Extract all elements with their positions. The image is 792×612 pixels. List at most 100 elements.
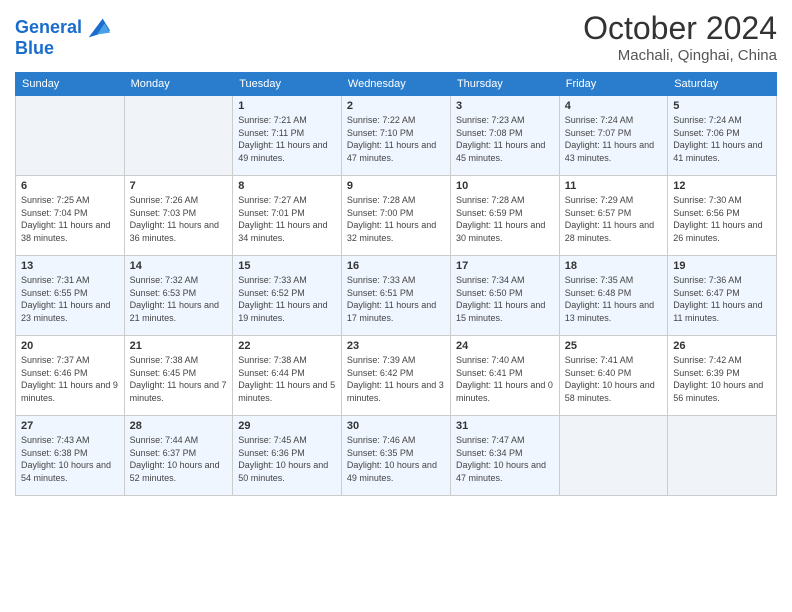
calendar-cell xyxy=(668,416,777,496)
calendar-cell: 17 Sunrise: 7:34 AM Sunset: 6:50 PM Dayli… xyxy=(450,256,559,336)
logo: General Blue xyxy=(15,14,112,59)
calendar-cell: 4 Sunrise: 7:24 AM Sunset: 7:07 PM Daylig… xyxy=(559,96,667,176)
day-number: 31 xyxy=(456,420,554,432)
day-number: 13 xyxy=(21,260,119,272)
day-number: 20 xyxy=(21,340,119,352)
day-number: 5 xyxy=(673,100,771,112)
subtitle: Machali, Qinghai, China xyxy=(583,47,777,64)
logo-text: General xyxy=(15,18,82,38)
day-info: Sunrise: 7:29 AM Sunset: 6:57 PM Dayligh… xyxy=(565,194,662,244)
header-saturday: Saturday xyxy=(668,73,777,96)
day-number: 1 xyxy=(238,100,336,112)
calendar-cell: 16 Sunrise: 7:33 AM Sunset: 6:51 PM Dayli… xyxy=(341,256,450,336)
day-number: 29 xyxy=(238,420,336,432)
calendar-cell: 30 Sunrise: 7:46 AM Sunset: 6:35 PM Dayli… xyxy=(341,416,450,496)
calendar-cell: 9 Sunrise: 7:28 AM Sunset: 7:00 PM Daylig… xyxy=(341,176,450,256)
calendar-cell: 31Sunrise: 7:47 AM Sunset: 6:34 PM Dayli… xyxy=(450,416,559,496)
day-number: 17 xyxy=(456,260,554,272)
calendar-cell: 19 Sunrise: 7:36 AM Sunset: 6:47 PM Dayli… xyxy=(668,256,777,336)
calendar-week-row: 20 Sunrise: 7:37 AM Sunset: 6:46 PM Dayli… xyxy=(16,336,777,416)
calendar-cell: 29 Sunrise: 7:45 AM Sunset: 6:36 PM Dayli… xyxy=(233,416,342,496)
day-info: Sunrise: 7:42 AM Sunset: 6:39 PM Dayligh… xyxy=(673,354,771,404)
day-info: Sunrise: 7:28 AM Sunset: 7:00 PM Dayligh… xyxy=(347,194,445,244)
day-info: Sunrise: 7:38 AM Sunset: 6:45 PM Dayligh… xyxy=(130,354,228,404)
day-number: 2 xyxy=(347,100,445,112)
calendar-week-row: 13 Sunrise: 7:31 AM Sunset: 6:55 PM Dayli… xyxy=(16,256,777,336)
calendar-cell: 1 Sunrise: 7:21 AM Sunset: 7:11 PM Daylig… xyxy=(233,96,342,176)
day-info: Sunrise: 7:39 AM Sunset: 6:42 PM Dayligh… xyxy=(347,354,445,404)
header-tuesday: Tuesday xyxy=(233,73,342,96)
day-info: Sunrise: 7:37 AM Sunset: 6:46 PM Dayligh… xyxy=(21,354,119,404)
day-number: 25 xyxy=(565,340,662,352)
day-number: 30 xyxy=(347,420,445,432)
calendar-cell xyxy=(124,96,233,176)
calendar-cell: 27 Sunrise: 7:43 AM Sunset: 6:38 PM Dayli… xyxy=(16,416,125,496)
day-number: 10 xyxy=(456,180,554,192)
header-sunday: Sunday xyxy=(16,73,125,96)
calendar-cell: 20 Sunrise: 7:37 AM Sunset: 6:46 PM Dayli… xyxy=(16,336,125,416)
day-number: 11 xyxy=(565,180,662,192)
day-info: Sunrise: 7:45 AM Sunset: 6:36 PM Dayligh… xyxy=(238,434,336,484)
calendar-cell xyxy=(16,96,125,176)
day-info: Sunrise: 7:33 AM Sunset: 6:52 PM Dayligh… xyxy=(238,274,336,324)
calendar-cell: 10 Sunrise: 7:28 AM Sunset: 6:59 PM Dayli… xyxy=(450,176,559,256)
calendar-week-row: 1 Sunrise: 7:21 AM Sunset: 7:11 PM Daylig… xyxy=(16,96,777,176)
day-number: 22 xyxy=(238,340,336,352)
day-info: Sunrise: 7:34 AM Sunset: 6:50 PM Dayligh… xyxy=(456,274,554,324)
day-info: Sunrise: 7:40 AM Sunset: 6:41 PM Dayligh… xyxy=(456,354,554,404)
calendar-cell: 24 Sunrise: 7:40 AM Sunset: 6:41 PM Dayli… xyxy=(450,336,559,416)
main-title: October 2024 xyxy=(583,10,777,47)
day-info: Sunrise: 7:31 AM Sunset: 6:55 PM Dayligh… xyxy=(21,274,119,324)
day-number: 21 xyxy=(130,340,228,352)
calendar-cell: 23 Sunrise: 7:39 AM Sunset: 6:42 PM Dayli… xyxy=(341,336,450,416)
day-number: 23 xyxy=(347,340,445,352)
calendar-cell: 5 Sunrise: 7:24 AM Sunset: 7:06 PM Daylig… xyxy=(668,96,777,176)
day-number: 16 xyxy=(347,260,445,272)
day-info: Sunrise: 7:24 AM Sunset: 7:06 PM Dayligh… xyxy=(673,114,771,164)
calendar-cell: 14Sunrise: 7:32 AM Sunset: 6:53 PM Dayli… xyxy=(124,256,233,336)
header-wednesday: Wednesday xyxy=(341,73,450,96)
day-info: Sunrise: 7:33 AM Sunset: 6:51 PM Dayligh… xyxy=(347,274,445,324)
calendar-cell: 21 Sunrise: 7:38 AM Sunset: 6:45 PM Dayli… xyxy=(124,336,233,416)
day-info: Sunrise: 7:22 AM Sunset: 7:10 PM Dayligh… xyxy=(347,114,445,164)
calendar-cell: 8 Sunrise: 7:27 AM Sunset: 7:01 PM Daylig… xyxy=(233,176,342,256)
day-number: 6 xyxy=(21,180,119,192)
day-number: 24 xyxy=(456,340,554,352)
calendar-cell: 11 Sunrise: 7:29 AM Sunset: 6:57 PM Dayli… xyxy=(559,176,667,256)
day-info: Sunrise: 7:21 AM Sunset: 7:11 PM Dayligh… xyxy=(238,114,336,164)
calendar-cell: 25Sunrise: 7:41 AM Sunset: 6:40 PM Dayli… xyxy=(559,336,667,416)
calendar-cell xyxy=(559,416,667,496)
day-info: Sunrise: 7:46 AM Sunset: 6:35 PM Dayligh… xyxy=(347,434,445,484)
calendar-week-row: 27 Sunrise: 7:43 AM Sunset: 6:38 PM Dayli… xyxy=(16,416,777,496)
day-number: 4 xyxy=(565,100,662,112)
day-info: Sunrise: 7:23 AM Sunset: 7:08 PM Dayligh… xyxy=(456,114,554,164)
day-info: Sunrise: 7:44 AM Sunset: 6:37 PM Dayligh… xyxy=(130,434,228,484)
header-monday: Monday xyxy=(124,73,233,96)
day-number: 8 xyxy=(238,180,336,192)
day-number: 9 xyxy=(347,180,445,192)
day-info: Sunrise: 7:28 AM Sunset: 6:59 PM Dayligh… xyxy=(456,194,554,244)
day-number: 7 xyxy=(130,180,228,192)
day-info: Sunrise: 7:30 AM Sunset: 6:56 PM Dayligh… xyxy=(673,194,771,244)
day-info: Sunrise: 7:43 AM Sunset: 6:38 PM Dayligh… xyxy=(21,434,119,484)
day-number: 3 xyxy=(456,100,554,112)
title-block: October 2024 Machali, Qinghai, China xyxy=(583,10,777,64)
day-number: 18 xyxy=(565,260,662,272)
calendar-week-row: 6 Sunrise: 7:25 AM Sunset: 7:04 PM Daylig… xyxy=(16,176,777,256)
day-info: Sunrise: 7:26 AM Sunset: 7:03 PM Dayligh… xyxy=(130,194,228,244)
day-number: 19 xyxy=(673,260,771,272)
calendar-cell: 7 Sunrise: 7:26 AM Sunset: 7:03 PM Daylig… xyxy=(124,176,233,256)
day-info: Sunrise: 7:35 AM Sunset: 6:48 PM Dayligh… xyxy=(565,274,662,324)
calendar-cell: 28Sunrise: 7:44 AM Sunset: 6:37 PM Dayli… xyxy=(124,416,233,496)
day-info: Sunrise: 7:38 AM Sunset: 6:44 PM Dayligh… xyxy=(238,354,336,404)
day-number: 12 xyxy=(673,180,771,192)
day-info: Sunrise: 7:25 AM Sunset: 7:04 PM Dayligh… xyxy=(21,194,119,244)
day-info: Sunrise: 7:36 AM Sunset: 6:47 PM Dayligh… xyxy=(673,274,771,324)
day-number: 26 xyxy=(673,340,771,352)
day-number: 15 xyxy=(238,260,336,272)
day-number: 27 xyxy=(21,420,119,432)
calendar-cell: 2 Sunrise: 7:22 AM Sunset: 7:10 PM Daylig… xyxy=(341,96,450,176)
day-info: Sunrise: 7:24 AM Sunset: 7:07 PM Dayligh… xyxy=(565,114,662,164)
day-info: Sunrise: 7:27 AM Sunset: 7:01 PM Dayligh… xyxy=(238,194,336,244)
calendar-cell: 13 Sunrise: 7:31 AM Sunset: 6:55 PM Dayli… xyxy=(16,256,125,336)
